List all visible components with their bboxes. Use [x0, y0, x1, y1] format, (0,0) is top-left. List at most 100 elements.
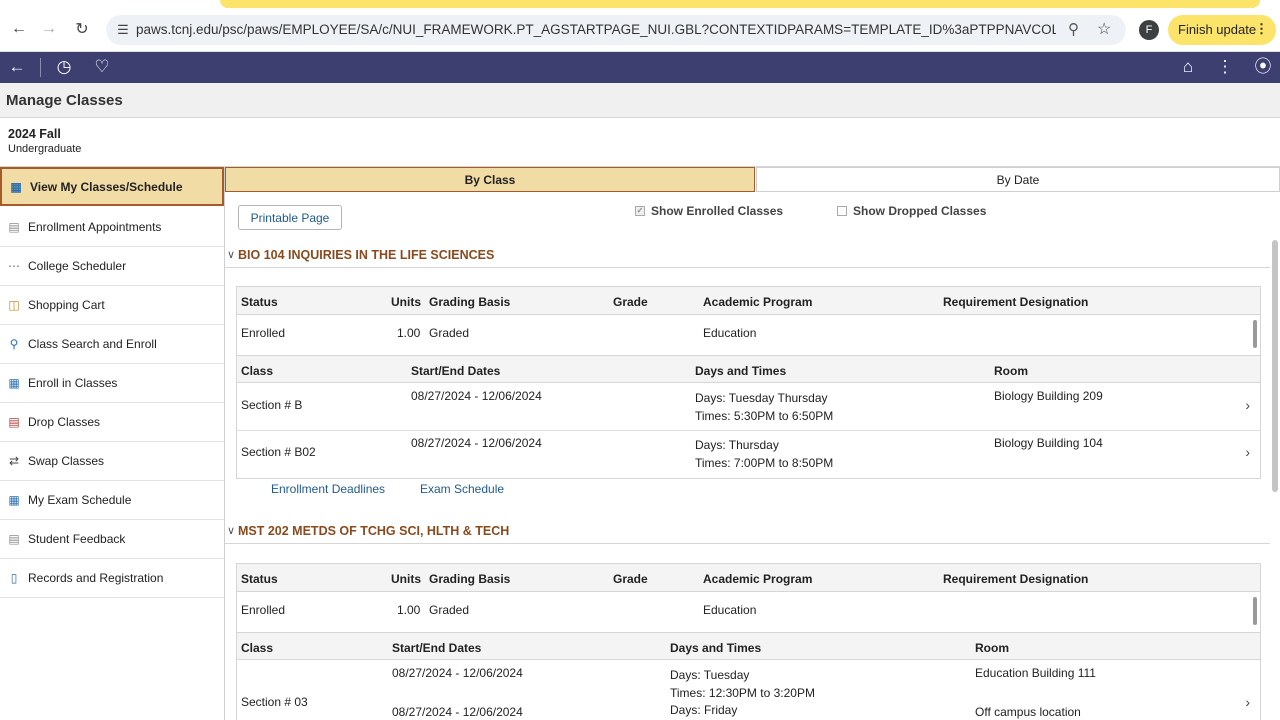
header-class: Class [241, 641, 274, 655]
sidebar-item-label: Student Feedback [28, 532, 126, 546]
header-room: Room [994, 364, 1028, 378]
header-grade: Grade [613, 572, 648, 586]
cart-icon: ◫ [8, 298, 20, 312]
sidebar-item-label: College Scheduler [28, 259, 127, 273]
back-arrow-icon[interactable]: ← [8, 18, 30, 40]
zoom-icon[interactable]: ⚲ [1068, 20, 1079, 38]
status-value: Enrolled [241, 603, 286, 617]
show-dropped-label: Show Dropped Classes [853, 204, 987, 218]
header-class: Class [241, 364, 274, 378]
show-dropped-checkbox-group[interactable]: Show Dropped Classes [837, 204, 986, 218]
course-header[interactable]: ∨ MST 202 METDS OF TCHG SCI, HLTH & TECH [225, 520, 1270, 544]
building-icon: ▯ [10, 571, 18, 585]
chevron-right-icon[interactable]: › [1245, 444, 1250, 460]
header-academic-program: Academic Program [703, 572, 813, 586]
section-days: Days: Tuesday Thursday [695, 391, 828, 405]
back-icon[interactable]: ← [5, 56, 29, 78]
actions-menu-icon[interactable]: ⋮ [1213, 56, 1237, 78]
section-room-2: Off campus location [975, 705, 1081, 719]
swap-icon: ⇄ [8, 454, 20, 468]
tab-by-date[interactable]: By Date [756, 167, 1280, 192]
section-room: Education Building 111 [975, 666, 1096, 680]
section-times: Times: 5:30PM to 6:50PM [695, 409, 834, 423]
term-header: 2024 Fall Undergraduate [0, 118, 1280, 167]
sidebar-item-class-search[interactable]: ⚲ Class Search and Enroll [0, 325, 224, 364]
course-header[interactable]: ∨ BIO 104 INQUIRIES IN THE LIFE SCIENCES [225, 244, 1270, 268]
section-class[interactable]: Section # B02 [241, 445, 316, 459]
checkbox-unchecked-icon[interactable] [837, 206, 847, 216]
navbar-compass-icon[interactable]: ⦿ [1251, 56, 1275, 78]
history-icon[interactable]: ◷ [52, 56, 76, 78]
table-header-row: Status Units Grading Basis Grade Academi… [237, 287, 1260, 315]
clipboard-icon: ▤ [8, 532, 20, 546]
page-scrollbar[interactable] [1272, 240, 1278, 492]
home-icon[interactable]: ⌂ [1176, 56, 1200, 78]
chevron-right-icon[interactable]: › [1245, 694, 1250, 710]
row-divider [237, 430, 1260, 431]
section-class[interactable]: Section # B [241, 398, 302, 412]
table-scrollbar[interactable] [1253, 597, 1257, 625]
header-academic-program: Academic Program [703, 295, 813, 309]
table-icon: ▦ [8, 493, 20, 507]
sidebar-item-view-my-classes[interactable]: ▦ View My Classes/Schedule [0, 167, 224, 206]
units-value: 1.00 [397, 603, 421, 617]
enrollment-deadlines-link[interactable]: Enrollment Deadlines [271, 482, 385, 496]
profile-avatar[interactable]: F [1139, 20, 1159, 40]
sidebar-item-shopping-cart[interactable]: ◫ Shopping Cart [0, 286, 224, 325]
show-enrolled-label: Show Enrolled Classes [651, 204, 784, 218]
page-header: Manage Classes [0, 83, 1280, 118]
sidebar-item-label: Enroll in Classes [28, 376, 118, 390]
grading-basis-value: Graded [429, 603, 470, 617]
section-header-row: Class Start/End Dates Days and Times Roo… [237, 355, 1260, 383]
status-value: Enrolled [241, 326, 286, 340]
collapse-chevron-icon[interactable]: ∨ [227, 524, 235, 537]
table-header-row: Status Units Grading Basis Grade Academi… [237, 564, 1260, 592]
forward-arrow-icon[interactable]: → [38, 18, 60, 40]
section-dates: 08/27/2024 - 12/06/2024 [392, 666, 523, 680]
sidebar-item-enroll-in-classes[interactable]: ▦ Enroll in Classes [0, 364, 224, 403]
chevron-right-icon[interactable]: › [1245, 397, 1250, 413]
section-class[interactable]: Section # 03 [241, 695, 308, 709]
header-units: Units [391, 295, 421, 309]
header-dates: Start/End Dates [411, 364, 501, 378]
section-days: Days: Thursday [695, 438, 779, 452]
printable-page-button[interactable]: Printable Page [238, 205, 342, 230]
header-dates: Start/End Dates [392, 641, 482, 655]
sidebar-item-label: Class Search and Enroll [28, 337, 157, 351]
section-days-2: Days: Friday [670, 703, 738, 717]
sidebar-item-records-registration[interactable]: ▯ Records and Registration [0, 559, 224, 598]
sidebar-item-enrollment-appointments[interactable]: ▤ Enrollment Appointments [0, 208, 224, 247]
header-grading-basis: Grading Basis [429, 295, 511, 309]
exam-schedule-link[interactable]: Exam Schedule [420, 482, 504, 496]
reload-icon[interactable]: ↻ [71, 18, 93, 40]
header-grading-basis: Grading Basis [429, 572, 511, 586]
document-icon: ▤ [8, 220, 20, 234]
tab-by-class[interactable]: By Class [225, 167, 755, 192]
sidebar-item-swap-classes[interactable]: ⇄ Swap Classes [0, 442, 224, 481]
address-bar[interactable]: ☰ paws.tcnj.edu/psc/paws/EMPLOYEE/SA/c/N… [106, 15, 1126, 45]
section-days: Days: Tuesday [670, 668, 750, 682]
collapse-chevron-icon[interactable]: ∨ [227, 248, 235, 261]
more-menu-icon[interactable]: ⋮ [1255, 21, 1268, 37]
table-icon: ▦ [8, 376, 20, 390]
favorites-heart-icon[interactable]: ♡ [90, 56, 114, 78]
finish-update-button[interactable]: Finish update ⋮ [1168, 15, 1276, 45]
checkbox-checked-icon[interactable]: ✓ [635, 206, 645, 216]
academic-program-value: Education [703, 326, 757, 340]
url-text[interactable]: paws.tcnj.edu/psc/paws/EMPLOYEE/SA/c/NUI… [136, 22, 1056, 37]
divider [40, 58, 41, 77]
show-enrolled-checkbox-group[interactable]: ✓ Show Enrolled Classes [635, 204, 783, 218]
sidebar-item-college-scheduler[interactable]: ⋯ College Scheduler [0, 247, 224, 286]
sidebar-item-label: View My Classes/Schedule [30, 179, 183, 194]
site-settings-icon[interactable]: ☰ [114, 21, 132, 39]
section-dates-2: 08/27/2024 - 12/06/2024 [392, 705, 523, 719]
sidebar-item-student-feedback[interactable]: ▤ Student Feedback [0, 520, 224, 559]
bookmark-star-icon[interactable]: ☆ [1097, 19, 1111, 39]
sidebar-item-my-exam-schedule[interactable]: ▦ My Exam Schedule [0, 481, 224, 520]
calendar-icon: ▦ [10, 179, 22, 194]
table-scrollbar[interactable] [1253, 320, 1257, 348]
header-room: Room [975, 641, 1009, 655]
header-days-times: Days and Times [695, 364, 787, 378]
sidebar-item-drop-classes[interactable]: ▤ Drop Classes [0, 403, 224, 442]
term-career: Undergraduate [8, 143, 82, 155]
